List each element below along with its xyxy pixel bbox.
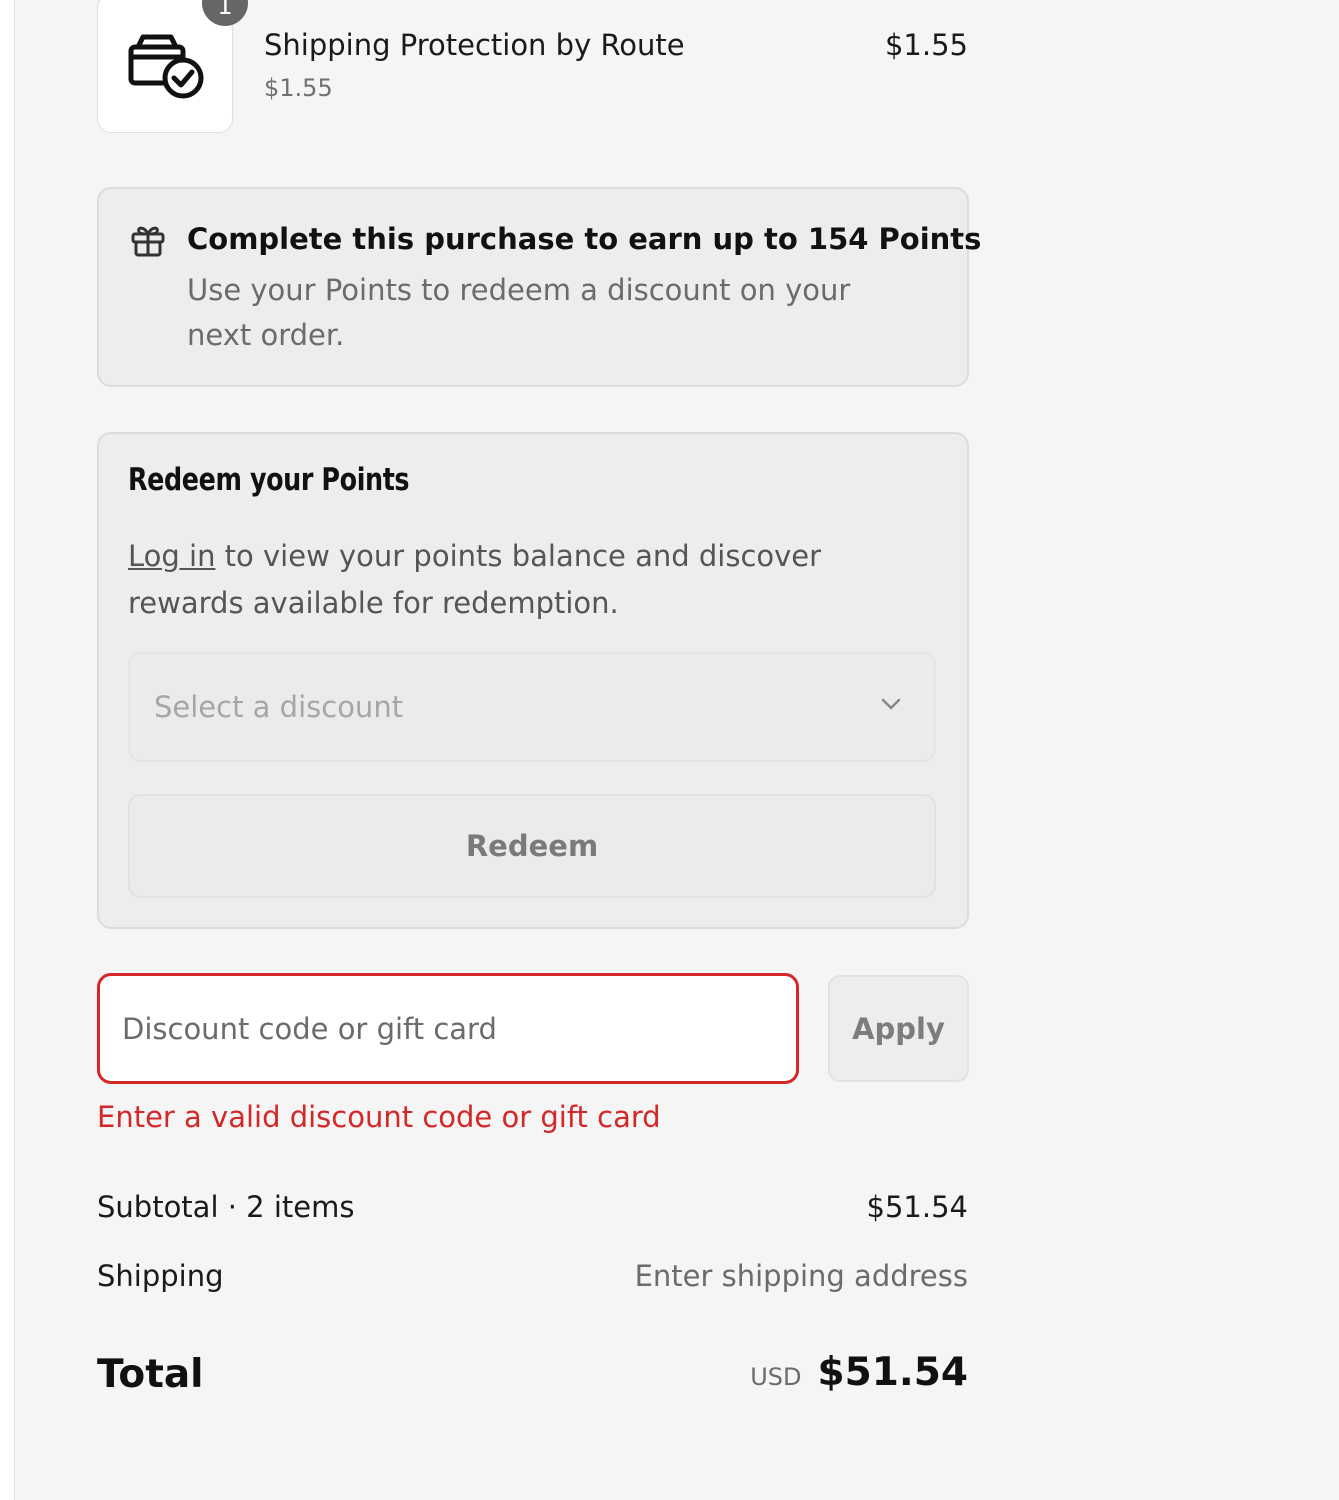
package-check-icon bbox=[128, 34, 204, 99]
login-link[interactable]: Log in bbox=[128, 539, 215, 573]
redeem-description-text: to view your points balance and discover… bbox=[128, 539, 822, 620]
chevron-down-icon bbox=[881, 698, 901, 710]
currency-code: USD bbox=[750, 1363, 802, 1391]
total-label: Total bbox=[97, 1352, 204, 1397]
total-amount: USD $51.54 bbox=[750, 1350, 968, 1395]
points-banner-text: Use your Points to redeem a discount on … bbox=[187, 273, 851, 352]
total-value: $51.54 bbox=[817, 1350, 969, 1395]
item-unit-price: $1.55 bbox=[264, 74, 333, 102]
shipping-value: Enter shipping address bbox=[634, 1259, 968, 1293]
redeem-button[interactable]: Redeem bbox=[128, 794, 936, 898]
apply-button[interactable]: Apply bbox=[828, 975, 969, 1082]
item-name: Shipping Protection by Route bbox=[264, 28, 685, 62]
subtotal-label: Subtotal · 2 items bbox=[97, 1190, 355, 1224]
redeem-title: Redeem your Points bbox=[128, 462, 410, 498]
item-price: $1.55 bbox=[884, 28, 968, 62]
gift-icon bbox=[131, 226, 165, 257]
shipping-label: Shipping bbox=[97, 1259, 224, 1293]
subtotal-value: $51.54 bbox=[866, 1190, 968, 1224]
redeem-description: Log in to view your points balance and d… bbox=[128, 533, 928, 627]
discount-code-placeholder: Discount code or gift card bbox=[122, 1012, 497, 1046]
discount-select-placeholder: Select a discount bbox=[154, 690, 404, 724]
discount-error-message: Enter a valid discount code or gift card bbox=[97, 1100, 661, 1134]
points-banner-title: Complete this purchase to earn up to 154… bbox=[187, 222, 982, 256]
